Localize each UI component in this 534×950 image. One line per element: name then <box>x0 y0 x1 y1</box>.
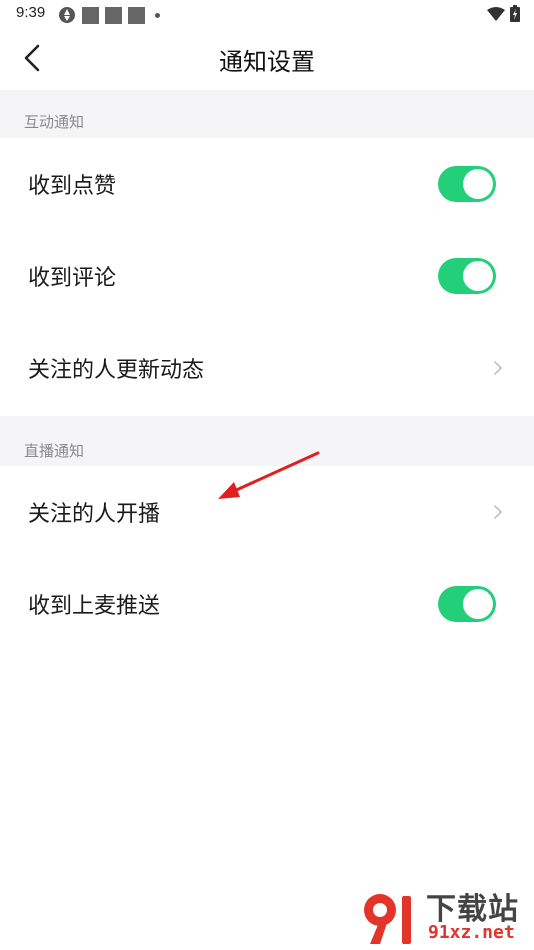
row-followed-updates[interactable]: 关注的人更新动态 <box>0 322 534 414</box>
row-label: 关注的人开播 <box>28 502 161 527</box>
section-header-live: 直播通知 <box>0 416 534 466</box>
section-title: 互动通知 <box>24 113 85 131</box>
toggle-knob <box>463 589 493 619</box>
mic-push-toggle[interactable] <box>438 586 496 622</box>
system-icons <box>487 5 520 22</box>
chevron-right-icon <box>494 505 502 519</box>
row-label: 收到点赞 <box>28 174 117 199</box>
comments-toggle[interactable] <box>438 258 496 294</box>
row-mic-push[interactable]: 收到上麦推送 <box>0 558 534 650</box>
status-bar: 9:39 <box>0 0 534 28</box>
section-header-interaction: 互动通知 <box>0 90 534 138</box>
notification-square-icon <box>128 6 145 24</box>
status-time: 9:39 <box>16 4 46 21</box>
toggle-knob <box>463 261 493 291</box>
notification-icons <box>58 6 160 24</box>
header: 通知设置 <box>0 28 534 90</box>
watermark-logo-icon <box>364 894 411 944</box>
notification-square-icon <box>82 6 99 24</box>
battery-icon <box>510 5 520 22</box>
page-title: 通知设置 <box>219 48 315 76</box>
row-label: 收到评论 <box>28 266 117 291</box>
more-notifications-dot-icon <box>155 12 160 18</box>
row-label: 收到上麦推送 <box>28 594 161 619</box>
chevron-right-icon <box>494 361 502 375</box>
wifi-icon <box>487 6 505 21</box>
row-likes[interactable]: 收到点赞 <box>0 138 534 230</box>
toggle-knob <box>463 169 493 199</box>
notification-square-icon <box>105 6 122 24</box>
row-followed-live[interactable]: 关注的人开播 <box>0 466 534 558</box>
app-notification-icon <box>59 7 75 23</box>
row-label: 关注的人更新动态 <box>28 358 205 383</box>
row-comments[interactable]: 收到评论 <box>0 230 534 322</box>
watermark: 下载站 91xz.net <box>358 884 528 948</box>
watermark-site: 91xz.net <box>428 922 515 943</box>
likes-toggle[interactable] <box>438 166 496 202</box>
section-title: 直播通知 <box>24 442 85 460</box>
